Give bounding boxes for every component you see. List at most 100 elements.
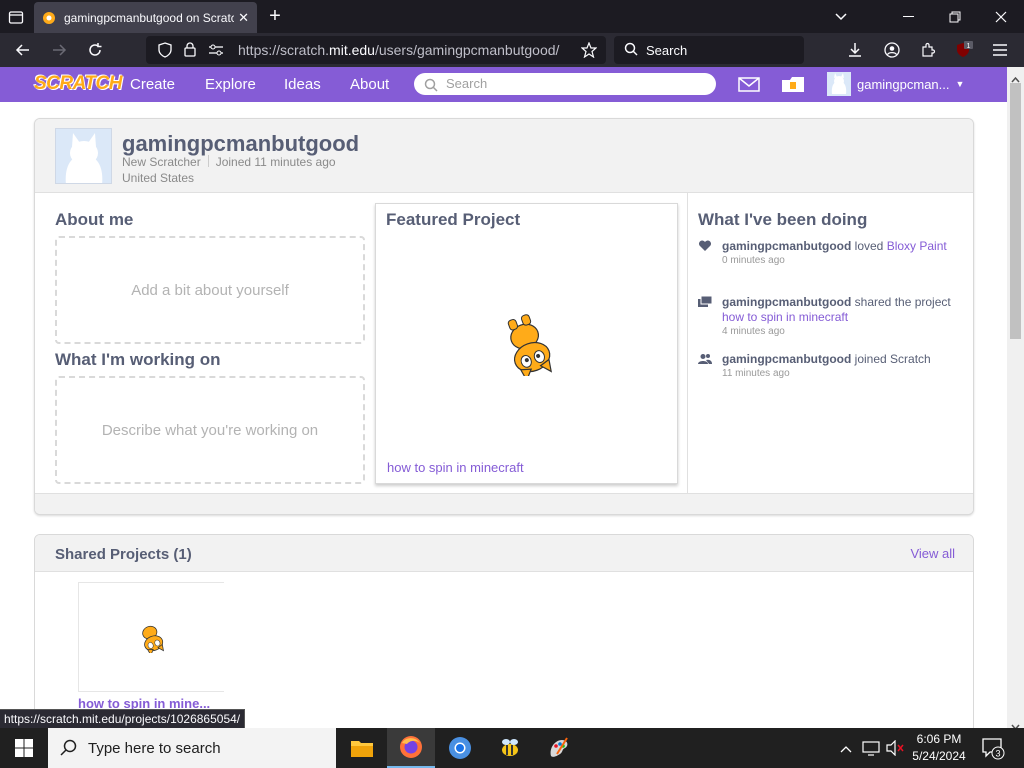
browser-search-placeholder: Search (646, 42, 688, 58)
profile-page: gamingpcmanbutgood New Scratcher Joined 1… (0, 102, 1007, 728)
nav-about[interactable]: About (350, 76, 389, 93)
featured-project-card[interactable]: Featured Project how to spin in minecraf… (375, 203, 678, 484)
profile-username: gamingpcmanbutgood (122, 131, 360, 156)
heart-icon (698, 240, 712, 252)
messages-icon[interactable] (738, 77, 760, 97)
profile-location: United States (122, 171, 195, 185)
about-me-title: About me (55, 210, 134, 229)
scratch-favicon-icon (43, 11, 55, 24)
caret-down-icon: ▼ (955, 79, 965, 89)
page-scrollbar[interactable] (1007, 67, 1024, 731)
browser-search-input[interactable]: Search (614, 36, 804, 64)
scrollbar-thumb[interactable] (1010, 83, 1021, 339)
extensions-icon[interactable] (913, 33, 943, 67)
nav-explore[interactable]: Explore (205, 76, 256, 93)
nav-create[interactable]: Create (130, 76, 175, 93)
file-explorer-icon[interactable] (338, 728, 386, 768)
profile-footer (35, 493, 973, 514)
my-stuff-icon[interactable] (781, 75, 805, 98)
back-icon[interactable] (8, 33, 38, 67)
activity-target-link[interactable]: how to spin in minecraft (722, 310, 848, 324)
user-menu-name: gamingpcman... (857, 76, 950, 92)
network-icon[interactable] (862, 740, 880, 761)
status-bar-url: https://scratch.mit.edu/projects/1026865… (0, 709, 246, 728)
activity-item: gamingpcmanbutgood loved Bloxy Paint 0 m… (698, 239, 963, 266)
tab-list-icon[interactable] (4, 0, 28, 33)
shared-projects-header: Shared Projects (1) View all (35, 535, 973, 572)
profile-header: gamingpcmanbutgood New Scratcher Joined 1… (35, 119, 973, 193)
view-all-link[interactable]: View all (910, 546, 955, 561)
activity-title: What I've been doing (698, 210, 868, 229)
bookmark-star-icon[interactable] (574, 33, 604, 67)
scratch-cat-thumbnail-icon (142, 625, 164, 653)
scratch-header: SCRATCH Create Explore Ideas About Searc… (0, 67, 1007, 102)
activity-item: gamingpcmanbutgood joined Scratch 11 min… (698, 352, 963, 379)
start-button[interactable] (0, 728, 48, 768)
browser-nav-bar: https://scratch.mit.edu/users/gamingpcma… (0, 33, 1024, 67)
taskbar-clock[interactable]: 6:06 PM 5/24/2024 (906, 731, 972, 765)
activity-item: gamingpcmanbutgood shared the project ho… (698, 295, 963, 337)
forward-icon[interactable] (44, 33, 74, 67)
profile-box: gamingpcmanbutgood New Scratcher Joined 1… (34, 118, 974, 515)
notification-count: 3 (995, 749, 1000, 759)
share-icon (698, 295, 713, 308)
user-menu[interactable]: gamingpcman... ▼ (827, 72, 964, 96)
shield-icon[interactable] (158, 42, 172, 61)
taskbar-search-input[interactable]: Type here to search (48, 728, 336, 768)
activity-user[interactable]: gamingpcmanbutgood (722, 239, 851, 253)
volume-muted-icon[interactable] (886, 739, 904, 761)
menu-icon[interactable] (985, 33, 1015, 67)
column-divider (687, 193, 688, 493)
about-me-placeholder: Add a bit about yourself (131, 281, 289, 299)
paint-app-icon[interactable] (535, 728, 583, 768)
taskbar-search-placeholder: Type here to search (88, 739, 221, 757)
search-icon (60, 739, 78, 761)
activity-time: 11 minutes ago (722, 368, 790, 379)
browser-tab-strip: gamingpcmanbutgood on Scratch ✕ + (0, 0, 1024, 33)
project-thumbnail[interactable] (78, 582, 224, 692)
bee-app-icon[interactable] (486, 728, 534, 768)
lock-icon[interactable] (184, 42, 196, 60)
clock-date: 5/24/2024 (912, 749, 966, 763)
windows-logo-icon (15, 739, 33, 757)
chevron-down-icon[interactable] (828, 0, 854, 33)
working-on-textarea[interactable]: Describe what you're working on (55, 376, 365, 484)
account-icon[interactable] (877, 33, 907, 67)
activity-user[interactable]: gamingpcmanbutgood (722, 352, 851, 366)
url-bar[interactable]: https://scratch.mit.edu/users/gamingpcma… (146, 36, 606, 64)
notifications-icon[interactable]: 3 (982, 738, 1006, 765)
activity-time: 0 minutes ago (722, 255, 785, 266)
chevron-up-icon[interactable] (839, 741, 853, 759)
ublock-icon[interactable]: 1 (949, 33, 979, 67)
chrome-icon[interactable] (436, 728, 484, 768)
reload-icon[interactable] (80, 33, 110, 67)
extension-badge: 1 (967, 43, 971, 50)
profile-status: New Scratcher Joined 11 minutes ago (122, 155, 336, 169)
scratch-search-input[interactable]: Search (414, 73, 716, 95)
nav-ideas[interactable]: Ideas (284, 76, 321, 93)
scratch-cat-image[interactable] (500, 310, 554, 382)
firefox-icon[interactable] (387, 728, 435, 768)
minimize-icon[interactable] (896, 0, 922, 33)
browser-tab-active[interactable]: gamingpcmanbutgood on Scratch ✕ (34, 2, 257, 33)
new-tab-icon[interactable]: + (262, 0, 288, 33)
shared-projects-box: Shared Projects (1) View all how to spin… (34, 534, 974, 728)
activity-target-link[interactable]: Bloxy Paint (887, 239, 947, 253)
window-close-icon[interactable] (988, 0, 1014, 33)
scratch-search-placeholder: Search (446, 76, 488, 91)
url-text: https://scratch.mit.edu/users/gamingpcma… (238, 42, 560, 58)
activity-time: 4 minutes ago (722, 326, 785, 337)
download-icon[interactable] (840, 33, 870, 67)
tab-close-icon[interactable]: ✕ (238, 10, 249, 26)
about-me-textarea[interactable]: Add a bit about yourself (55, 236, 365, 344)
activity-user[interactable]: gamingpcmanbutgood (722, 295, 851, 309)
featured-project-link[interactable]: how to spin in minecraft (387, 460, 524, 475)
user-avatar (827, 72, 851, 96)
working-on-placeholder: Describe what you're working on (101, 421, 319, 439)
permissions-icon[interactable] (208, 43, 224, 60)
working-on-title: What I'm working on (55, 350, 221, 369)
restore-icon[interactable] (942, 0, 968, 33)
scratch-logo[interactable]: SCRATCH (34, 73, 122, 95)
profile-avatar[interactable] (55, 128, 112, 184)
search-icon (424, 77, 438, 99)
